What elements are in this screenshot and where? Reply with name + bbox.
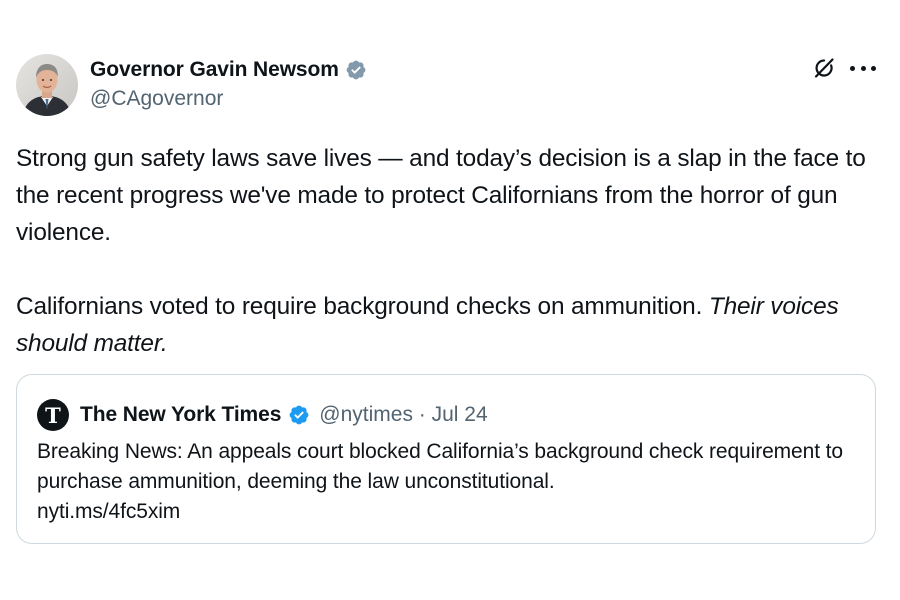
verified-badge-icon[interactable] — [345, 59, 367, 81]
author-handle[interactable]: @CAgovernor — [90, 86, 367, 112]
avatar-photo — [16, 54, 78, 116]
author-display-name[interactable]: Governor Gavin Newsom — [90, 57, 339, 83]
tweet-paragraph-1: Strong gun safety laws save lives — and … — [16, 145, 866, 246]
author-avatar[interactable] — [16, 54, 78, 116]
quoted-tweet-text: Breaking News: An appeals court blocked … — [37, 437, 857, 527]
quoted-tweet-card[interactable]: T The New York Times @nytimes · Jul 24 B… — [16, 374, 876, 544]
verified-badge-icon[interactable] — [288, 404, 310, 426]
quoted-tweet-link[interactable]: nyti.ms/4fc5xim — [37, 497, 857, 527]
tweet-text: Strong gun safety laws save lives — and … — [16, 140, 876, 362]
tweet-paragraph-2: Californians voted to require background… — [16, 288, 876, 362]
tweet-header-actions — [812, 56, 876, 80]
tweet-paragraph-2-text: Californians voted to require background… — [16, 293, 709, 320]
grok-icon[interactable] — [812, 56, 836, 80]
tweet-author: Governor Gavin Newsom @CAgovernor — [90, 57, 367, 112]
more-options-icon[interactable] — [850, 56, 876, 80]
quoted-author-name[interactable]: The New York Times — [80, 403, 281, 427]
quoted-handle-date: @nytimes · Jul 24 — [319, 403, 488, 426]
quoted-tweet-body: Breaking News: An appeals court blocked … — [37, 440, 843, 493]
quoted-tweet-header: T The New York Times @nytimes · Jul 24 — [37, 399, 488, 431]
nyt-logo-avatar[interactable]: T — [37, 399, 69, 431]
